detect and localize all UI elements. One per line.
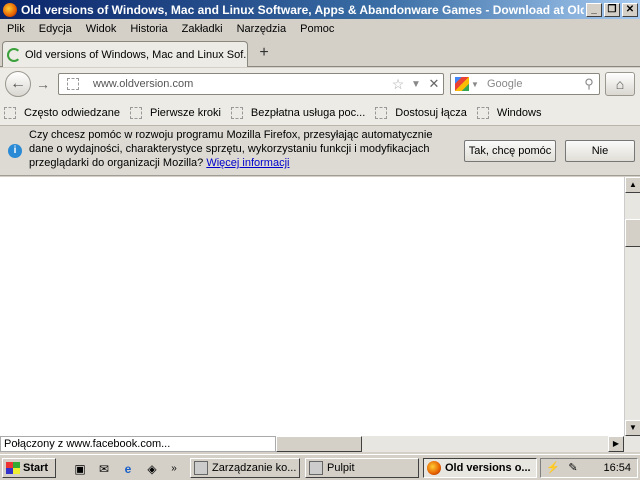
bookmark-item[interactable]: Pierwsze kroki [130, 106, 221, 119]
home-button[interactable]: ⌂ [605, 72, 635, 96]
task-item[interactable]: Pulpit [305, 458, 419, 478]
bookmark-item[interactable]: Często odwiedzane [4, 106, 121, 119]
bookmark-item[interactable]: Bezpłatna usługa poc... [230, 106, 366, 119]
firefox-icon [427, 461, 441, 475]
window-title: Old versions of Windows, Mac and Linux S… [21, 2, 584, 17]
menu-plik[interactable]: Plik [0, 23, 32, 35]
page-icon [130, 106, 143, 119]
system-tray: ⚡ ✎ 16:54 [540, 458, 638, 478]
page-icon [476, 106, 489, 119]
task-label: Pulpit [327, 462, 355, 474]
bookmarks-toolbar: Często odwiedzane Pierwsze kroki Bezpłat… [0, 100, 640, 126]
restore-button[interactable]: ❐ [604, 2, 620, 17]
stop-icon[interactable]: ✕ [425, 76, 443, 92]
scroll-down-icon[interactable]: ▼ [625, 420, 640, 436]
bookmark-label: Dostosuj łącza [395, 106, 467, 119]
network-icon[interactable]: ⚡ [545, 461, 561, 475]
info-icon: i [8, 144, 22, 158]
vertical-scrollbar[interactable]: ▲ ▼ [624, 177, 640, 436]
menu-edycja[interactable]: Edycja [32, 23, 79, 35]
google-icon[interactable] [455, 77, 469, 91]
bookmark-label: Często odwiedzane [24, 106, 121, 119]
page-icon [230, 106, 243, 119]
internet-explorer-icon[interactable]: e [120, 461, 136, 477]
chevron-right-icon[interactable]: » [166, 461, 182, 477]
page-icon [4, 106, 16, 119]
tab-label: Old versions of Windows, Mac and Linux S… [25, 48, 247, 61]
notification-message: Czy chcesz pomóc w rozwoju programu Mozi… [29, 128, 459, 170]
no-button[interactable]: Nie [565, 140, 635, 162]
page-content[interactable] [0, 177, 624, 436]
start-label: Start [23, 462, 49, 474]
search-bar[interactable]: ▼ Google ⚲ [450, 73, 600, 95]
title-bar: Old versions of Windows, Mac and Linux S… [0, 0, 640, 19]
bookmark-label: Windows [496, 106, 542, 119]
url-input[interactable]: www.oldversion.com [93, 78, 389, 90]
minimize-button[interactable]: _ [586, 2, 602, 17]
outlook-icon[interactable]: ✉ [96, 461, 112, 477]
bookmark-item[interactable]: Dostosuj łącza [375, 106, 467, 119]
status-text: Połączony z www.facebook.com... [0, 436, 276, 452]
site-identity-icon[interactable] [67, 78, 79, 90]
window-icon [309, 461, 323, 475]
task-item[interactable]: Zarządzanie ko... [190, 458, 300, 478]
bookmark-label: Pierwsze kroki [150, 106, 221, 119]
desktop-icon[interactable]: ▣ [72, 461, 88, 477]
bookmark-item[interactable]: Windows [476, 106, 542, 119]
taskbar: Start ▣ ✉ e ◈ » Zarządzanie ko... Pulpit… [0, 454, 640, 480]
yes-help-button[interactable]: Tak, chcę pomóc [464, 140, 556, 162]
menu-historia[interactable]: Historia [123, 23, 174, 35]
start-button[interactable]: Start [2, 458, 56, 478]
chevron-down-icon[interactable]: ▼ [407, 79, 425, 90]
security-icon[interactable]: ✎ [565, 461, 581, 475]
scroll-up-icon[interactable]: ▲ [625, 177, 640, 193]
firefox-icon [3, 2, 17, 17]
clock[interactable]: 16:54 [581, 462, 637, 474]
bookmark-label: Bezpłatna usługa poc... [250, 106, 366, 119]
search-engine-dropdown-icon[interactable]: ▼ [469, 80, 481, 89]
menu-widok[interactable]: Widok [79, 23, 124, 35]
scroll-right-icon[interactable]: ▶ [608, 436, 624, 452]
task-label: Zarządzanie ko... [212, 462, 297, 474]
vertical-scroll-thumb[interactable] [625, 219, 640, 247]
status-row: Połączony z www.facebook.com... ▶ [0, 436, 640, 452]
search-input[interactable]: Google [481, 78, 579, 90]
window-controls: _ ❐ ✕ [584, 2, 638, 17]
media-icon[interactable]: ◈ [144, 461, 160, 477]
bookmark-star-icon[interactable]: ☆ [389, 76, 407, 93]
menu-zakladki[interactable]: Zakładki [175, 23, 230, 35]
task-label: Old versions o... [445, 462, 531, 474]
page-icon [375, 106, 388, 119]
navigation-bar: ← → www.oldversion.com ☆ ▼ ✕ ▼ Google ⚲ … [0, 68, 640, 100]
task-item[interactable]: Old versions o... [423, 458, 537, 478]
windows-logo-icon [6, 462, 20, 474]
notification-bar: i Czy chcesz pomóc w rozwoju programu Mo… [0, 126, 640, 176]
back-button[interactable]: ← [5, 71, 31, 97]
tab-oldversion[interactable]: Old versions of Windows, Mac and Linux S… [2, 41, 248, 67]
search-icon[interactable]: ⚲ [579, 76, 599, 92]
scroll-corner [624, 436, 640, 452]
new-tab-button[interactable]: + [252, 44, 276, 64]
more-info-link[interactable]: Więcej informacji [206, 157, 289, 169]
menu-narzedzia[interactable]: Narzędzia [230, 23, 294, 35]
menu-pomoc[interactable]: Pomoc [293, 23, 341, 35]
url-bar[interactable]: www.oldversion.com ☆ ▼ ✕ [58, 73, 444, 95]
tab-strip: Old versions of Windows, Mac and Linux S… [0, 39, 640, 67]
close-button[interactable]: ✕ [622, 2, 638, 17]
loading-spinner-icon [7, 47, 21, 62]
menu-bar: Plik Edycja Widok Historia Zakładki Narz… [0, 19, 640, 39]
window-icon [194, 461, 208, 475]
forward-button[interactable]: → [33, 75, 53, 93]
horizontal-scroll-thumb[interactable] [276, 436, 362, 452]
